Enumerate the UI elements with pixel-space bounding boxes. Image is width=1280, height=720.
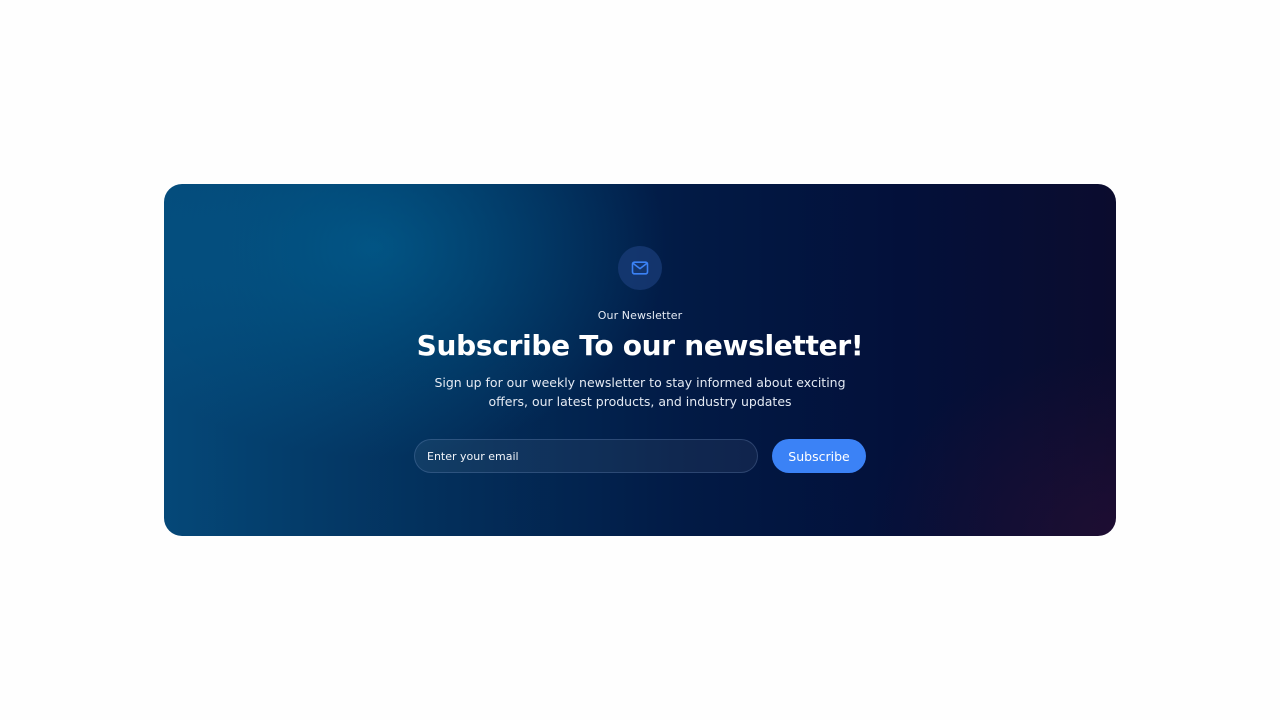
subscribe-form: Subscribe	[414, 439, 866, 473]
newsletter-eyebrow: Our Newsletter	[597, 309, 683, 322]
mail-icon	[618, 246, 662, 290]
newsletter-title: Subscribe To our newsletter!	[416, 329, 864, 362]
newsletter-description: Sign up for our weekly newsletter to sta…	[434, 375, 846, 409]
subscribe-button[interactable]: Subscribe	[772, 439, 866, 473]
page: Our Newsletter Subscribe To our newslett…	[0, 0, 1280, 720]
newsletter-card: Our Newsletter Subscribe To our newslett…	[164, 184, 1116, 536]
email-input[interactable]	[414, 439, 758, 473]
